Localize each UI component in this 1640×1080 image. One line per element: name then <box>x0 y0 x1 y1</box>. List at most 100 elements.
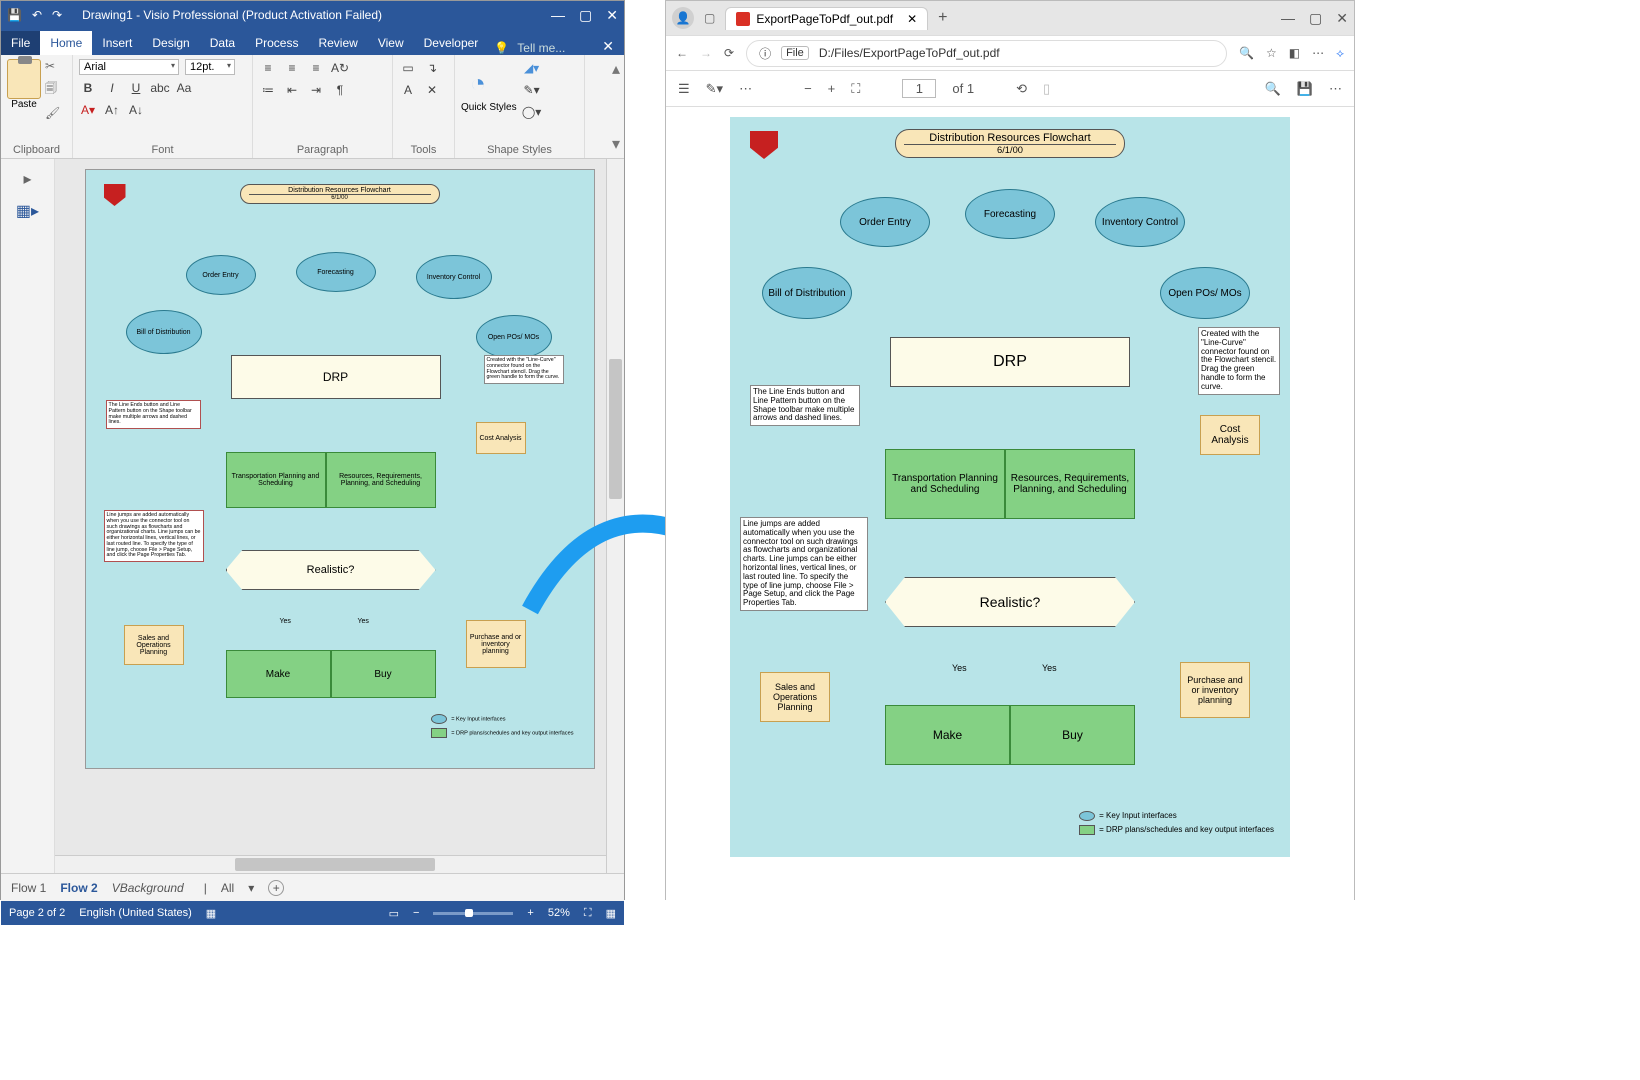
align-top-icon[interactable]: ≡ <box>259 59 277 77</box>
save-icon[interactable]: 💾 <box>1297 81 1313 97</box>
profile-icon[interactable]: 👤 <box>672 7 694 29</box>
contents-icon[interactable]: ☰ <box>678 81 690 97</box>
line-button[interactable]: ✎▾ <box>523 81 541 99</box>
vertical-scrollbar[interactable] <box>606 159 624 873</box>
indent-inc-icon[interactable]: ⇥ <box>307 81 325 99</box>
horizontal-scrollbar[interactable] <box>55 855 606 873</box>
orient-icon[interactable]: A↻ <box>331 59 349 77</box>
browser-tab[interactable]: ExportPageToPdf_out.pdf ✕ <box>725 7 928 30</box>
visio-page[interactable]: Distribution Resources Flowchart 6/1/00 … <box>85 169 595 769</box>
text-tool-icon[interactable]: A <box>399 81 417 99</box>
tab-home[interactable]: Home <box>40 31 92 55</box>
maximize-icon[interactable]: ▢ <box>579 7 592 24</box>
tab-close-icon[interactable]: ✕ <box>907 12 917 26</box>
tab-developer[interactable]: Developer <box>414 31 489 55</box>
save-icon[interactable]: 💾 <box>7 8 22 22</box>
forward-icon[interactable]: → <box>700 46 712 60</box>
shapes-expand-icon[interactable]: ▸ <box>23 169 31 189</box>
split-icon[interactable]: ◧ <box>1289 46 1300 60</box>
new-tab-icon[interactable]: + <box>938 9 947 27</box>
quick-styles-button[interactable]: Quick Styles <box>461 102 517 113</box>
zoom-slider[interactable] <box>433 912 513 915</box>
site-info-icon[interactable]: ⓘ <box>759 45 771 62</box>
pageview-icon[interactable]: ▯ <box>1043 81 1050 97</box>
cut-icon[interactable]: ✂ <box>45 59 60 73</box>
crop-tool-icon[interactable]: ✕ <box>423 81 441 99</box>
back-icon[interactable]: ← <box>676 46 688 60</box>
highlight-icon[interactable]: ✎▾ <box>706 81 723 97</box>
zoom-in-icon[interactable]: + <box>828 81 836 96</box>
tab-all[interactable]: All <box>221 881 234 895</box>
redo-icon[interactable]: ↷ <box>52 8 62 22</box>
para-icon[interactable]: ¶ <box>331 81 349 99</box>
more-icon[interactable]: ⋯ <box>1329 81 1342 97</box>
tell-me[interactable]: Tell me... <box>517 41 565 55</box>
paste-button[interactable]: Paste <box>7 99 41 110</box>
tab-process[interactable]: Process <box>245 31 308 55</box>
copilot-icon[interactable]: ⟡ <box>1336 46 1344 61</box>
connector-tool-icon[interactable]: ↴ <box>423 59 441 77</box>
bullets-icon[interactable]: ≔ <box>259 81 277 99</box>
ribbon-close-icon[interactable]: ✕ <box>602 38 614 55</box>
fit-width-icon[interactable]: ⛶ <box>584 907 592 920</box>
rotate-icon[interactable]: ⟲ <box>1016 81 1027 97</box>
tab-file[interactable]: File <box>1 31 40 55</box>
close-icon[interactable]: ✕ <box>606 7 618 24</box>
fill-button[interactable]: ◢▾ <box>523 59 541 77</box>
fit-page-icon[interactable]: ▦ <box>606 907 616 920</box>
minimize-icon[interactable]: — <box>551 7 565 24</box>
maximize-icon[interactable]: ▢ <box>1309 10 1322 27</box>
presentation-icon[interactable]: ▭ <box>389 907 399 920</box>
menu-icon[interactable]: ⋯ <box>1312 46 1324 60</box>
shrink-font-icon[interactable]: A↓ <box>127 101 145 119</box>
stencil-icon[interactable]: ▦▸ <box>16 201 39 221</box>
workspaces-icon[interactable]: ▢ <box>704 11 715 25</box>
underline-button[interactable]: U <box>127 79 145 97</box>
strike-button[interactable]: abc <box>151 79 169 97</box>
zoom-out-icon[interactable]: − <box>804 81 812 96</box>
tab-insert[interactable]: Insert <box>92 31 142 55</box>
sizeup-icon[interactable]: Aa <box>175 79 193 97</box>
pointer-tool-icon[interactable]: ▭ <box>399 59 417 77</box>
status-lang[interactable]: English (United States) <box>79 907 192 919</box>
quick-styles-icon[interactable]: ◔ <box>461 68 495 102</box>
tab-view[interactable]: View <box>368 31 414 55</box>
copy-icon[interactable]: 🗐 <box>45 79 60 100</box>
undo-icon[interactable]: ↶ <box>32 8 42 22</box>
font-color-button[interactable]: A▾ <box>79 101 97 119</box>
close-icon[interactable]: ✕ <box>1336 10 1348 27</box>
grow-font-icon[interactable]: A↑ <box>103 101 121 119</box>
page-input[interactable]: 1 <box>902 79 936 98</box>
tab-data[interactable]: Data <box>200 31 245 55</box>
add-page-icon[interactable]: + <box>268 880 284 896</box>
effects-button[interactable]: ◯▾ <box>523 103 541 121</box>
align-mid-icon[interactable]: ≡ <box>283 59 301 77</box>
zoom-level[interactable]: 52% <box>548 907 570 919</box>
macro-icon[interactable]: ▦ <box>206 907 216 920</box>
ribbon-collapse-icon[interactable]: ▴ <box>612 59 620 79</box>
italic-button[interactable]: I <box>103 79 121 97</box>
fit-icon[interactable]: ⛶ <box>851 81 860 97</box>
find-icon[interactable]: 🔍 <box>1265 81 1281 97</box>
format-painter-icon[interactable]: 🖌 <box>45 106 60 120</box>
pdf-viewport[interactable]: Distribution Resources Flowchart 6/1/00 … <box>666 107 1354 901</box>
favorite-icon[interactable]: ☆ <box>1266 46 1277 60</box>
font-size-select[interactable]: 12pt. <box>185 59 235 75</box>
paste-icon[interactable] <box>7 59 41 99</box>
zoom-out-icon[interactable]: − <box>413 907 419 919</box>
zoom-in-icon[interactable]: + <box>527 907 533 919</box>
ribbon-expand-icon[interactable]: ▾ <box>612 134 620 154</box>
tab-flow1[interactable]: Flow 1 <box>11 881 46 895</box>
tab-review[interactable]: Review <box>308 31 367 55</box>
zoom-reset-icon[interactable]: 🔍 <box>1239 46 1254 60</box>
align-bot-icon[interactable]: ≡ <box>307 59 325 77</box>
more-tools-icon[interactable]: ⋯ <box>739 81 752 97</box>
indent-dec-icon[interactable]: ⇤ <box>283 81 301 99</box>
tab-design[interactable]: Design <box>142 31 199 55</box>
address-bar[interactable]: ⓘ File D:/Files/ExportPageToPdf_out.pdf <box>746 40 1227 67</box>
font-name-select[interactable]: Arial <box>79 59 179 75</box>
bold-button[interactable]: B <box>79 79 97 97</box>
refresh-icon[interactable]: ⟳ <box>724 46 734 60</box>
tab-flow2[interactable]: Flow 2 <box>60 881 97 895</box>
tab-vbackground[interactable]: VBackground <box>112 881 184 895</box>
